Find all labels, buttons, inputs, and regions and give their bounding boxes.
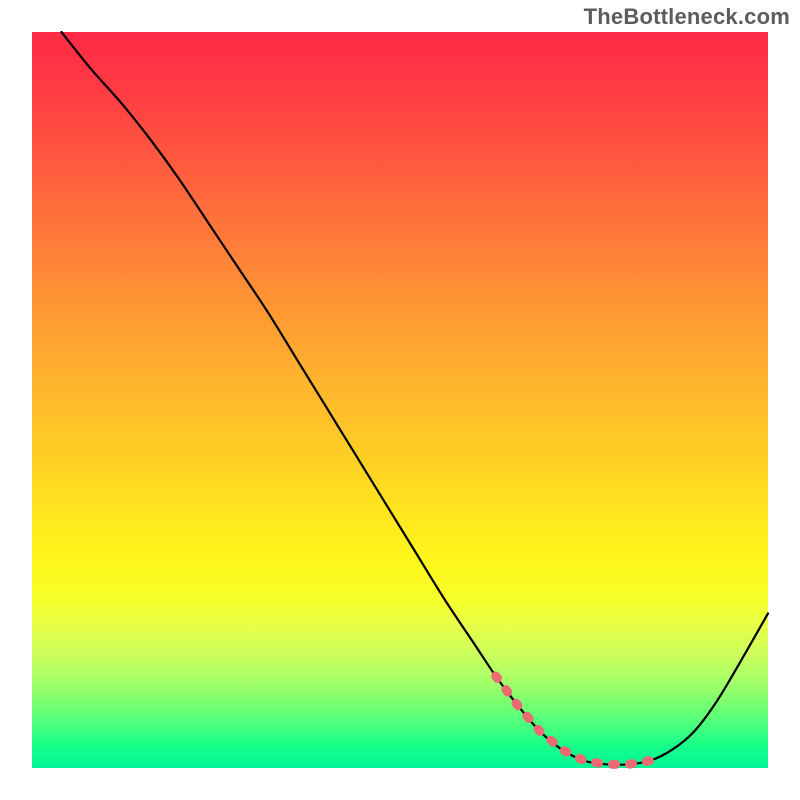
bottleneck-curve-path — [61, 32, 768, 765]
flat-zone-overlay — [496, 676, 651, 764]
bottleneck-chart: TheBottleneck.com — [0, 0, 800, 800]
curve-layer — [32, 32, 768, 768]
attribution-label: TheBottleneck.com — [584, 4, 790, 30]
plot-area — [32, 32, 768, 768]
